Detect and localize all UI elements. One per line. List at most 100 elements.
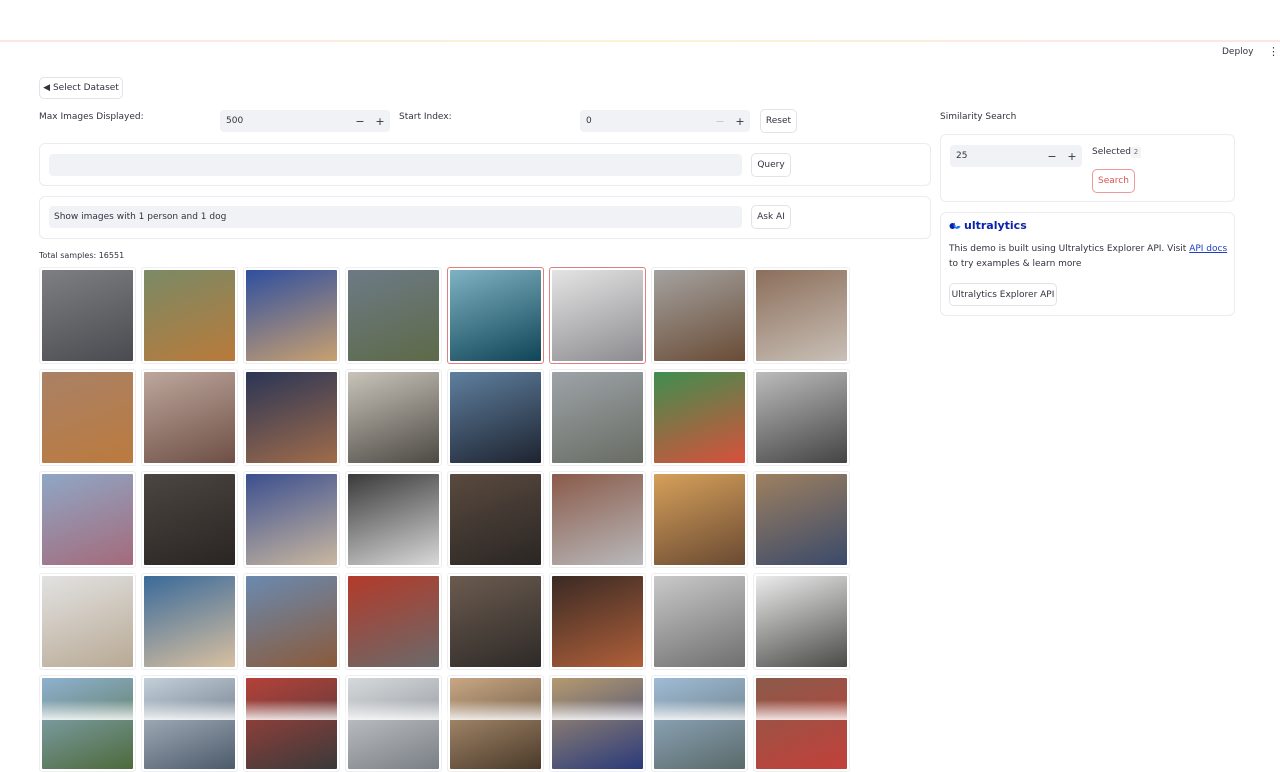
- query-button[interactable]: Query: [751, 153, 791, 177]
- search-button[interactable]: Search: [1092, 169, 1135, 193]
- image-tile[interactable]: [753, 675, 850, 772]
- similarity-count-value[interactable]: 25: [950, 151, 1042, 161]
- ask-ai-button[interactable]: Ask AI: [751, 205, 791, 229]
- image-thumbnail-red-car-show[interactable]: [348, 576, 439, 667]
- image-thumbnail-car-sim[interactable]: [42, 270, 133, 361]
- image-tile[interactable]: [39, 573, 136, 670]
- image-tile[interactable]: [549, 267, 646, 364]
- image-thumbnail-penguin[interactable]: [450, 372, 541, 463]
- image-tile[interactable]: [345, 573, 442, 670]
- image-tile[interactable]: [345, 471, 442, 568]
- image-tile[interactable]: [141, 573, 238, 670]
- image-thumbnail-horse-jump[interactable]: [144, 270, 235, 361]
- image-tile[interactable]: [243, 369, 340, 466]
- image-thumbnail-car-road[interactable]: [348, 270, 439, 361]
- image-tile[interactable]: [549, 369, 646, 466]
- increment-button[interactable]: +: [370, 115, 390, 128]
- image-tile[interactable]: [753, 369, 850, 466]
- start-index-value[interactable]: 0: [580, 116, 710, 126]
- image-tile[interactable]: [141, 369, 238, 466]
- select-dataset-button[interactable]: ◀ Select Dataset: [39, 77, 123, 99]
- image-thumbnail-horse-poles[interactable]: [756, 474, 847, 565]
- image-thumbnail-pier-grey[interactable]: [756, 576, 847, 667]
- start-index-input[interactable]: 0 − +: [580, 110, 750, 132]
- image-tile[interactable]: [549, 573, 646, 670]
- increment-button[interactable]: +: [730, 115, 750, 128]
- image-tile[interactable]: [651, 573, 748, 670]
- image-tile[interactable]: [447, 267, 544, 364]
- decrement-button[interactable]: −: [350, 115, 370, 128]
- image-thumbnail-white-bird[interactable]: [654, 576, 745, 667]
- image-tile[interactable]: [345, 369, 442, 466]
- image-tile[interactable]: [753, 267, 850, 364]
- decrement-button[interactable]: −: [1042, 150, 1062, 163]
- image-tile[interactable]: [651, 267, 748, 364]
- image-tile[interactable]: [141, 471, 238, 568]
- image-thumbnail-street-buildings[interactable]: [552, 474, 643, 565]
- image-thumbnail-race-car[interactable]: [348, 474, 439, 565]
- image-thumbnail-mountains[interactable]: [144, 678, 235, 769]
- image-thumbnail-two-men[interactable]: [654, 474, 745, 565]
- image-tile[interactable]: [243, 471, 340, 568]
- ultralytics-explorer-api-button[interactable]: Ultralytics Explorer API: [949, 283, 1057, 306]
- image-tile[interactable]: [753, 573, 850, 670]
- image-tile[interactable]: [651, 675, 748, 772]
- max-images-value[interactable]: 500: [220, 116, 350, 126]
- image-tile[interactable]: [549, 675, 646, 772]
- image-thumbnail-jeep[interactable]: [348, 372, 439, 463]
- image-tile[interactable]: [39, 675, 136, 772]
- image-tile[interactable]: [651, 369, 748, 466]
- image-thumbnail-people-sofa[interactable]: [450, 576, 541, 667]
- image-tile[interactable]: [141, 675, 238, 772]
- image-tile[interactable]: [447, 369, 544, 466]
- image-tile[interactable]: [141, 267, 238, 364]
- reset-button[interactable]: Reset: [760, 109, 797, 133]
- image-thumbnail-dogs-sleeping[interactable]: [246, 474, 337, 565]
- image-thumbnail-snow-mountain[interactable]: [654, 678, 745, 769]
- image-thumbnail-white-van[interactable]: [348, 678, 439, 769]
- image-tile[interactable]: [39, 369, 136, 466]
- image-thumbnail-red-car[interactable]: [246, 678, 337, 769]
- image-thumbnail-cyclists[interactable]: [246, 270, 337, 361]
- image-thumbnail-steam-train[interactable]: [654, 270, 745, 361]
- image-thumbnail-cat-window[interactable]: [42, 576, 133, 667]
- ask-ai-input[interactable]: Show images with 1 person and 1 dog: [49, 206, 742, 228]
- image-tile[interactable]: [753, 471, 850, 568]
- image-thumbnail-walkway[interactable]: [756, 372, 847, 463]
- vertical-dots-icon[interactable]: ⋮: [1268, 46, 1279, 58]
- image-thumbnail-girl-flowers[interactable]: [42, 474, 133, 565]
- image-tile[interactable]: [243, 573, 340, 670]
- image-tile[interactable]: [447, 573, 544, 670]
- image-tile[interactable]: [345, 267, 442, 364]
- image-thumbnail-cat-blanket[interactable]: [246, 372, 337, 463]
- image-thumbnail-cyclists-2[interactable]: [144, 576, 235, 667]
- max-images-input[interactable]: 500 − +: [220, 110, 390, 132]
- image-thumbnail-dog-lying[interactable]: [42, 372, 133, 463]
- image-thumbnail-people-room[interactable]: [450, 474, 541, 565]
- image-thumbnail-room-person[interactable]: [450, 678, 541, 769]
- image-tile[interactable]: [447, 471, 544, 568]
- deploy-button[interactable]: Deploy: [1222, 47, 1254, 57]
- image-tile[interactable]: [243, 675, 340, 772]
- decrement-button[interactable]: −: [710, 115, 730, 128]
- image-thumbnail-airplane-2[interactable]: [552, 270, 643, 361]
- image-thumbnail-parrot[interactable]: [654, 372, 745, 463]
- image-tile[interactable]: [549, 471, 646, 568]
- increment-button[interactable]: +: [1062, 150, 1082, 163]
- image-tile[interactable]: [243, 267, 340, 364]
- image-thumbnail-bike-rider[interactable]: [552, 678, 643, 769]
- image-thumbnail-river-boat[interactable]: [552, 372, 643, 463]
- api-docs-link[interactable]: API docs: [1189, 244, 1227, 254]
- image-thumbnail-cowboy-horse[interactable]: [246, 576, 337, 667]
- image-tile[interactable]: [345, 675, 442, 772]
- query-input[interactable]: [49, 154, 742, 176]
- image-thumbnail-airplane-1[interactable]: [450, 270, 541, 361]
- image-tile[interactable]: [447, 675, 544, 772]
- image-tile[interactable]: [39, 471, 136, 568]
- image-thumbnail-train-front[interactable]: [144, 372, 235, 463]
- similarity-count-input[interactable]: 25 − +: [950, 145, 1082, 167]
- image-thumbnail-people-table[interactable]: [756, 270, 847, 361]
- image-thumbnail-dog-fire[interactable]: [552, 576, 643, 667]
- image-thumbnail-landscape-1[interactable]: [42, 678, 133, 769]
- image-thumbnail-person-red[interactable]: [756, 678, 847, 769]
